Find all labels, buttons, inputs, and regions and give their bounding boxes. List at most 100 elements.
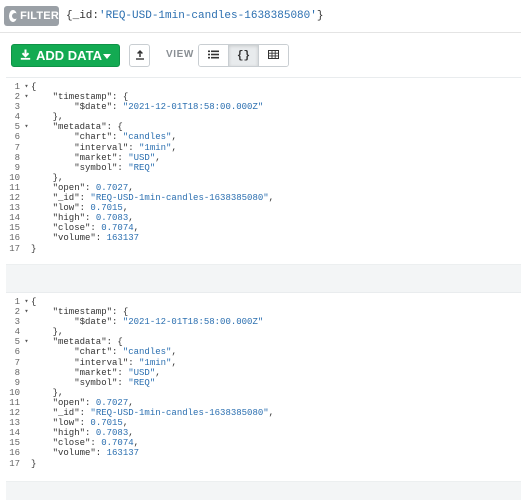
document-json-editor[interactable]: 1 ▾{2 ▾ "timestamp": {3 "$date": "2021-12-… bbox=[6, 293, 521, 469]
code-line: 7 "interval": "1min", bbox=[6, 358, 521, 368]
json-key-token: "open": bbox=[31, 182, 96, 193]
table-view-button[interactable] bbox=[259, 45, 288, 66]
json-key-token: , bbox=[268, 193, 275, 204]
line-number: 2 bbox=[14, 307, 20, 318]
code-text: { bbox=[31, 82, 521, 92]
json-key-token: { bbox=[31, 82, 37, 92]
fold-toggle-icon[interactable]: ▾ bbox=[22, 297, 31, 307]
add-data-button[interactable]: ADD DATA bbox=[11, 44, 120, 67]
fold-toggle-icon[interactable]: ▾ bbox=[22, 307, 31, 317]
code-text: "symbol": "REQ" bbox=[31, 378, 521, 388]
code-line: 1 ▾{ bbox=[6, 82, 521, 92]
json-key-token: "_id": bbox=[31, 408, 91, 419]
code-text: }, bbox=[31, 388, 521, 398]
code-line: 9 "symbol": "REQ" bbox=[6, 378, 521, 388]
fold-gutter bbox=[22, 418, 31, 428]
fold-toggle-icon[interactable]: ▾ bbox=[22, 337, 31, 347]
json-value-token: "REQ-USD-1min-candles-1638385080" bbox=[90, 408, 269, 419]
line-number: 6 bbox=[14, 132, 20, 143]
fold-gutter bbox=[22, 153, 31, 163]
code-text: }, bbox=[31, 173, 521, 183]
code-line: 7 "interval": "1min", bbox=[6, 143, 521, 153]
code-text: } bbox=[31, 244, 521, 254]
fold-gutter bbox=[22, 102, 31, 112]
line-number: 9 bbox=[14, 377, 20, 388]
json-key-token: "metadata": { bbox=[31, 337, 123, 348]
filter-query-input[interactable]: {_id:'REQ-USD-1min-candles-1638385080'} bbox=[66, 6, 516, 26]
code-text: }, bbox=[31, 327, 521, 337]
code-line: 16 "volume": 163137 bbox=[6, 233, 521, 243]
line-number: 1 bbox=[14, 82, 20, 92]
json-key-token: , bbox=[155, 367, 161, 378]
code-text: "low": 0.7015, bbox=[31, 418, 521, 428]
json-value-token: 0.7083 bbox=[95, 213, 129, 224]
code-text: "symbol": "REQ" bbox=[31, 163, 521, 173]
line-number: 5 bbox=[14, 122, 20, 133]
line-number: 9 bbox=[14, 162, 20, 173]
code-text: "market": "USD", bbox=[31, 368, 521, 378]
fold-gutter bbox=[22, 408, 31, 418]
fold-gutter bbox=[22, 173, 31, 183]
line-number: 8 bbox=[14, 152, 20, 163]
filter-button[interactable]: FILTER bbox=[4, 6, 59, 26]
fold-gutter bbox=[22, 132, 31, 142]
fold-gutter bbox=[22, 388, 31, 398]
line-number: 13 bbox=[9, 418, 20, 429]
code-line: 15 "close": 0.7074, bbox=[6, 438, 521, 448]
line-number: 2 bbox=[14, 92, 20, 103]
document-json-editor[interactable]: 1 ▾{2 ▾ "timestamp": {3 "$date": "2021-12-… bbox=[6, 78, 521, 254]
code-text: "timestamp": { bbox=[31, 307, 521, 317]
document-card: 1 ▾{2 ▾ "timestamp": {3 "$date": "2021-12-… bbox=[6, 292, 521, 500]
code-text: "close": 0.7074, bbox=[31, 223, 521, 233]
fold-gutter bbox=[22, 448, 31, 458]
code-text: "metadata": { bbox=[31, 337, 521, 347]
fold-toggle-icon[interactable]: ▾ bbox=[22, 82, 31, 92]
json-key-token: , bbox=[128, 182, 134, 193]
json-value-token: "candles" bbox=[122, 132, 172, 143]
json-key-token: , bbox=[155, 152, 161, 163]
code-text: "$date": "2021-12-01T18:58:00.000Z" bbox=[31, 317, 521, 327]
code-line: 2 ▾ "timestamp": { bbox=[6, 307, 521, 317]
export-button[interactable] bbox=[129, 44, 150, 67]
fold-gutter bbox=[22, 244, 31, 254]
json-key-token: , bbox=[171, 347, 177, 358]
fold-gutter bbox=[22, 203, 31, 213]
json-value-token: 0.7015 bbox=[90, 203, 123, 214]
code-line: 15 "close": 0.7074, bbox=[6, 223, 521, 233]
fold-toggle-icon[interactable]: ▾ bbox=[22, 92, 31, 102]
line-number: 4 bbox=[14, 327, 20, 338]
line-number: 11 bbox=[9, 182, 20, 193]
line-number: 17 bbox=[9, 243, 20, 254]
upload-icon bbox=[135, 47, 145, 65]
line-number: 3 bbox=[14, 317, 20, 328]
list-view-button[interactable] bbox=[199, 45, 229, 66]
chevron-down-icon bbox=[103, 54, 111, 59]
json-value-token: "2021-12-01T18:58:00.000Z" bbox=[122, 317, 264, 328]
code-line: 17} bbox=[6, 459, 521, 469]
json-view-button[interactable]: {} bbox=[229, 45, 259, 66]
fold-gutter bbox=[22, 398, 31, 408]
code-line: 1 ▾{ bbox=[6, 297, 521, 307]
code-line: 14 "high": 0.7083, bbox=[6, 213, 521, 223]
line-number: 1 bbox=[14, 297, 20, 307]
line-number: 10 bbox=[9, 172, 20, 183]
code-line: 10 }, bbox=[6, 388, 521, 398]
fold-gutter bbox=[22, 438, 31, 448]
fold-toggle-icon[interactable]: ▾ bbox=[22, 122, 31, 132]
json-key-token: "interval": bbox=[31, 142, 140, 153]
document-footer bbox=[6, 263, 521, 292]
json-key-token: "low": bbox=[31, 418, 91, 429]
json-key-token: , bbox=[171, 357, 177, 368]
fold-gutter bbox=[22, 368, 31, 378]
json-key-token: "timestamp": { bbox=[31, 307, 129, 318]
json-key-token: "chart": bbox=[31, 132, 123, 143]
filter-bar: FILTER {_id:'REQ-USD-1min-candles-163838… bbox=[0, 0, 521, 33]
json-key-token: "symbol": bbox=[31, 162, 129, 173]
json-key-token: "close": bbox=[31, 223, 102, 234]
document-footer bbox=[6, 480, 521, 500]
code-line: 13 "low": 0.7015, bbox=[6, 203, 521, 213]
json-key-token: } bbox=[31, 458, 37, 469]
fold-gutter bbox=[22, 378, 31, 388]
code-line: 5 ▾ "metadata": { bbox=[6, 337, 521, 347]
fold-gutter bbox=[22, 163, 31, 173]
